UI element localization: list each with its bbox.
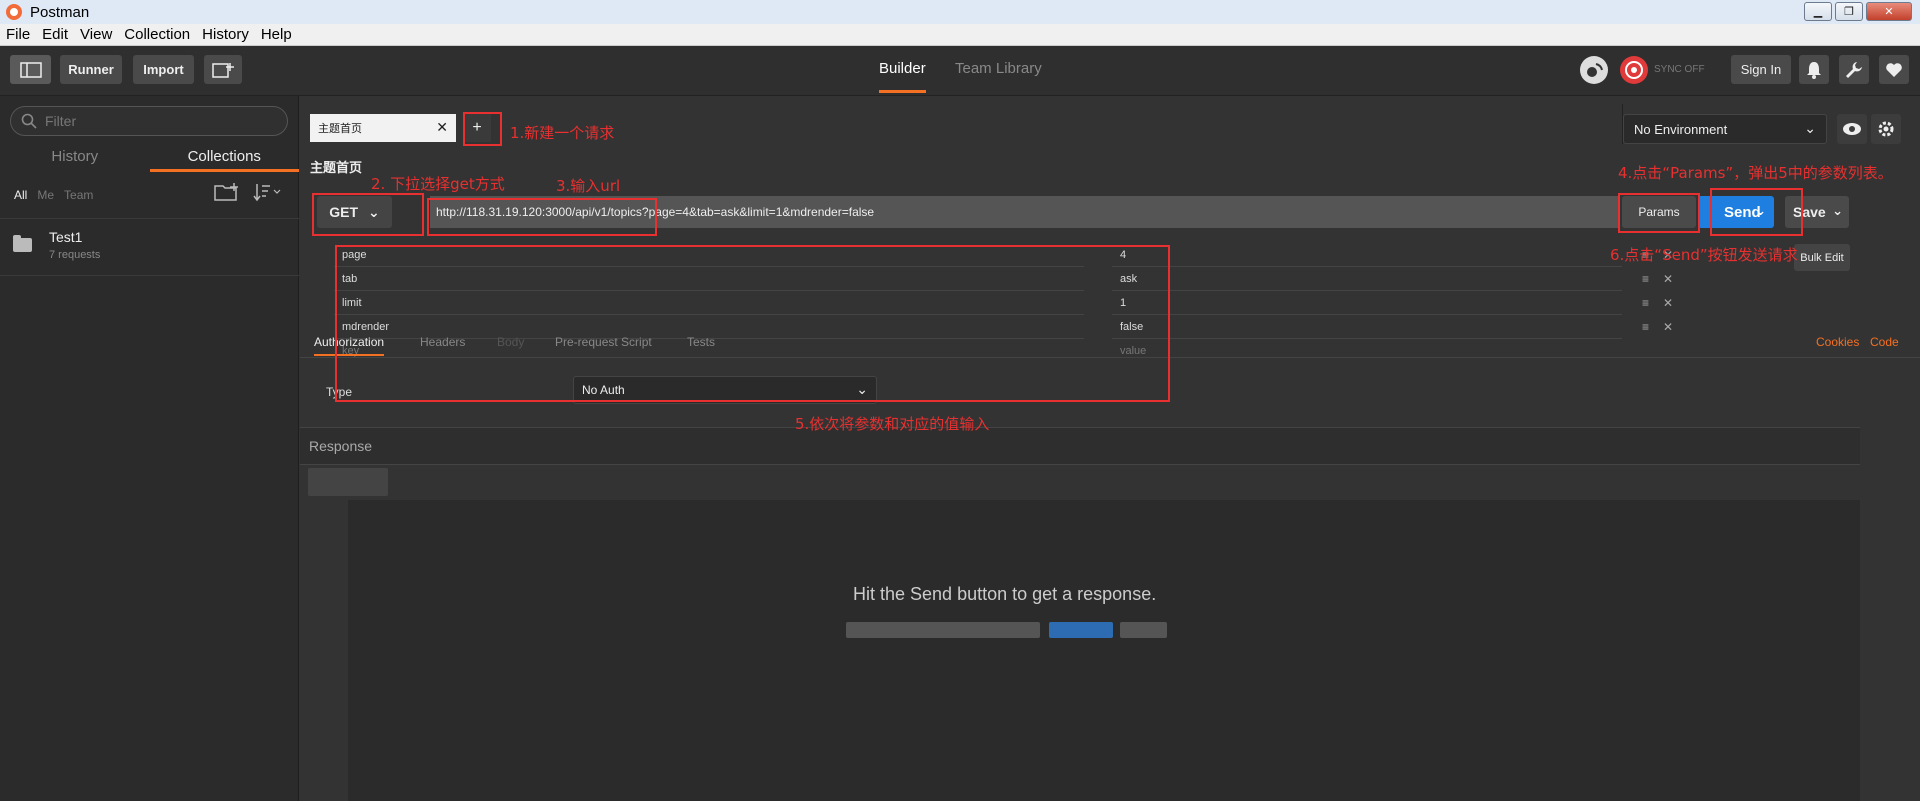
heart-button[interactable]	[1879, 55, 1909, 84]
minimize-button[interactable]: ▁	[1804, 2, 1832, 21]
cookies-link[interactable]: Cookies	[1816, 335, 1859, 349]
environment-bar: No Environment ⌄	[1622, 104, 1914, 144]
manage-environments-button[interactable]	[1871, 114, 1901, 144]
window-titlebar: Postman ▁ ❐ ✕	[0, 0, 1920, 24]
scope-me[interactable]: Me	[37, 188, 54, 202]
response-body: Hit the Send button to get a response.	[308, 500, 1860, 801]
menu-collection[interactable]: Collection	[124, 26, 190, 43]
filter-placeholder: Filter	[45, 113, 77, 129]
param-value[interactable]: ask	[1112, 269, 1622, 291]
satellite-icon[interactable]	[1580, 56, 1608, 84]
delete-param-icon[interactable]: ✕	[1663, 296, 1673, 310]
placeholder-bar	[846, 622, 1040, 638]
settings-button[interactable]	[1839, 55, 1869, 84]
environment-select[interactable]: No Environment ⌄	[1623, 114, 1827, 144]
response-gutter	[308, 500, 348, 801]
empty-response-message: Hit the Send button to get a response.	[853, 584, 1157, 604]
menu-bar: File Edit View Collection History Help	[0, 24, 1920, 46]
menu-view[interactable]: View	[80, 26, 112, 43]
new-window-button[interactable]	[204, 55, 242, 84]
delete-param-icon[interactable]: ✕	[1663, 272, 1673, 286]
sign-in-button[interactable]: Sign In	[1731, 55, 1791, 84]
new-collection-icon[interactable]	[214, 182, 240, 202]
tab-builder[interactable]: Builder	[879, 60, 926, 93]
collection-item[interactable]: Test1 7 requests	[0, 218, 299, 276]
placeholder-bar	[1120, 622, 1167, 638]
bell-icon	[1807, 61, 1821, 79]
menu-edit[interactable]: Edit	[42, 26, 68, 43]
menu-history[interactable]: History	[202, 26, 249, 43]
request-tab[interactable]: 主题首页 ✕	[310, 114, 456, 142]
annotation-box-params-table	[335, 245, 1170, 402]
tab-collections[interactable]: Collections	[149, 142, 299, 172]
menu-help[interactable]: Help	[261, 26, 292, 43]
heart-icon	[1886, 62, 1902, 77]
sidebar: Filter History Collections All Me Team T…	[0, 96, 299, 801]
param-value[interactable]: 1	[1112, 293, 1622, 315]
annotation-box-send	[1710, 188, 1803, 236]
environment-quicklook-button[interactable]	[1837, 114, 1867, 144]
response-header: Response	[300, 427, 1860, 465]
toggle-sidebar-button[interactable]	[10, 55, 51, 84]
annotation-2: 2. 下拉选择get方式	[371, 175, 505, 193]
annotation-6: 6.点击“Send”按钮发送请求	[1610, 246, 1798, 264]
scope-all[interactable]: All	[14, 188, 27, 202]
annotation-box-params	[1618, 193, 1700, 233]
annotation-4: 4.点击“Params”，弹出5中的参数列表。	[1618, 164, 1893, 182]
collection-name: Test1	[49, 229, 83, 245]
tab-team-library[interactable]: Team Library	[955, 60, 1042, 77]
response-title: Response	[309, 438, 373, 454]
annotation-5: 5.依次将参数和对应的值输入	[795, 415, 990, 433]
search-icon	[21, 113, 37, 129]
save-dropdown-icon[interactable]: ⌄	[1832, 203, 1843, 219]
drag-handle-icon[interactable]: ≡	[1642, 296, 1649, 310]
main-toolbar: Runner Import Builder Team Library SYNC …	[0, 46, 1920, 96]
new-window-icon	[212, 62, 234, 78]
annotation-box-url	[427, 198, 657, 236]
annotation-box-new-tab	[463, 112, 502, 146]
runner-button[interactable]: Runner	[60, 55, 122, 84]
scope-team[interactable]: Team	[64, 188, 93, 202]
environment-value: No Environment	[1634, 121, 1728, 137]
sidebar-icon	[19, 61, 42, 78]
wrench-icon	[1846, 61, 1862, 78]
notifications-button[interactable]	[1799, 55, 1829, 84]
drag-handle-icon[interactable]: ≡	[1642, 272, 1649, 286]
close-tab-icon[interactable]: ✕	[436, 119, 448, 136]
collection-meta: 7 requests	[49, 249, 101, 261]
gear-icon	[1878, 121, 1894, 137]
window-title: Postman	[30, 3, 90, 21]
menu-file[interactable]: File	[6, 26, 30, 43]
annotation-1: 1.新建一个请求	[510, 124, 615, 142]
postman-logo-icon	[6, 4, 22, 20]
request-tab-label: 主题首页	[318, 123, 362, 135]
import-button[interactable]: Import	[133, 55, 194, 84]
response-tab-placeholder	[308, 468, 388, 496]
bulk-edit-button[interactable]: Bulk Edit	[1794, 244, 1850, 271]
annotation-3: 3.输入url	[556, 177, 621, 195]
request-name: 主题首页	[310, 160, 363, 175]
folder-icon	[13, 235, 32, 252]
sync-icon[interactable]	[1620, 56, 1648, 84]
code-link[interactable]: Code	[1870, 335, 1899, 349]
param-value[interactable]: 4	[1112, 245, 1622, 267]
filter-input[interactable]: Filter	[10, 106, 288, 136]
maximize-button[interactable]: ❐	[1835, 2, 1863, 21]
close-window-button[interactable]: ✕	[1866, 2, 1912, 21]
annotation-box-method	[312, 193, 424, 236]
sort-icon[interactable]	[252, 182, 282, 202]
sync-status: SYNC OFF	[1654, 64, 1705, 75]
chevron-down-icon: ⌄	[1804, 120, 1816, 136]
tab-history[interactable]: History	[0, 142, 150, 172]
eye-icon	[1843, 123, 1861, 135]
placeholder-bar	[1049, 622, 1113, 638]
